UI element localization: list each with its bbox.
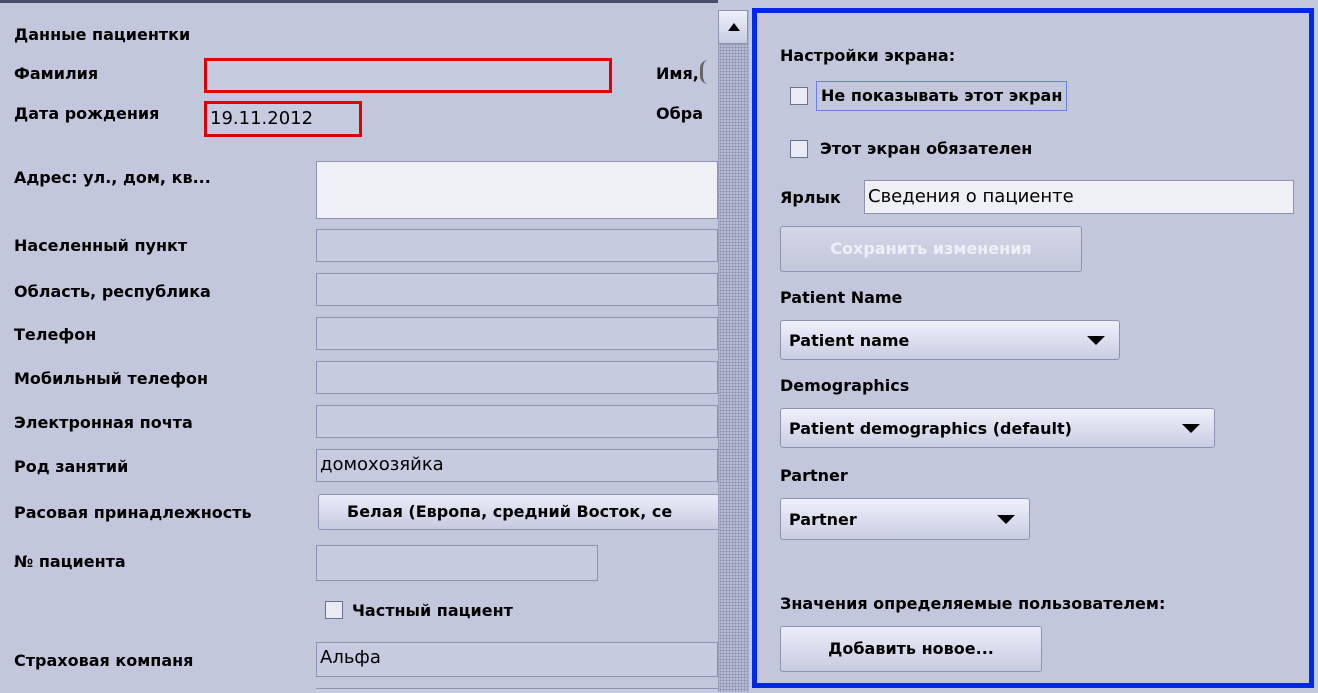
vertical-scrollbar[interactable] — [718, 10, 749, 692]
patient-name-select-value: Patient name — [789, 330, 910, 350]
patient-name-select[interactable]: Patient name — [780, 320, 1120, 360]
partner-select-value: Partner — [789, 509, 857, 529]
phone-label: Телефон — [14, 325, 97, 344]
hide-screen-label[interactable]: Не показывать этот экран — [816, 81, 1068, 111]
demographics-select[interactable]: Patient demographics (default) — [780, 408, 1215, 448]
dob-label: Дата рождения — [14, 104, 160, 123]
email-label: Электронная почта — [14, 413, 193, 432]
settings-title: Настройки экрана: — [780, 46, 956, 65]
scroll-up-button[interactable] — [718, 10, 748, 44]
phone-input[interactable] — [316, 317, 718, 350]
mobile-input[interactable] — [316, 361, 718, 394]
city-label: Населенный пункт — [14, 236, 188, 255]
next-field-edge — [316, 688, 718, 693]
hide-screen-checkbox[interactable] — [790, 87, 808, 105]
partner-label: Partner — [780, 466, 848, 485]
save-changes-button[interactable]: Сохранить изменения — [780, 226, 1082, 272]
chevron-down-icon — [997, 514, 1015, 524]
section-title: Данные пациентки — [14, 25, 191, 44]
arrow-up-icon — [728, 23, 740, 31]
demographics-select-value: Patient demographics (default) — [789, 418, 1072, 438]
chevron-down-icon — [1182, 423, 1200, 433]
dob-input[interactable]: 19.11.2012 — [204, 101, 362, 137]
private-patient-label: Частный пациент — [352, 601, 513, 620]
add-new-button[interactable]: Добавить новое... — [780, 626, 1042, 672]
occupation-input[interactable]: домохозяйка — [316, 449, 718, 482]
region-label: Область, республика — [14, 282, 211, 301]
address-label: Адрес: ул., дом, кв... — [14, 168, 211, 187]
name-input-edge[interactable] — [700, 60, 711, 84]
surname-input[interactable] — [204, 58, 612, 93]
education-label: Обра — [656, 104, 704, 123]
mobile-label: Мобильный телефон — [14, 369, 209, 388]
chevron-down-icon — [1087, 335, 1105, 345]
occupation-label: Род занятий — [14, 457, 129, 476]
region-input[interactable] — [316, 273, 718, 306]
name-label: Имя, — [656, 64, 699, 83]
race-select[interactable]: Белая (Европа, средний Восток, се — [318, 494, 720, 530]
window-top-border — [0, 0, 718, 3]
user-values-label: Значения определяемые пользователем: — [780, 594, 1166, 613]
patient-no-label: № пациента — [14, 552, 126, 571]
required-screen-label: Этот экран обязателен — [820, 139, 1033, 158]
insurance-input[interactable]: Альфа — [316, 642, 718, 677]
address-input[interactable] — [316, 161, 718, 219]
patient-name-label: Patient Name — [780, 288, 903, 307]
shortcut-label: Ярлык — [780, 188, 841, 207]
patient-no-input[interactable] — [316, 545, 598, 581]
demographics-label: Demographics — [780, 376, 910, 395]
race-label: Расовая принадлежность — [14, 503, 252, 522]
surname-label: Фамилия — [14, 64, 99, 83]
insurance-label: Страховая компаня — [14, 651, 194, 670]
city-input[interactable] — [316, 229, 718, 262]
email-input[interactable] — [316, 405, 718, 438]
shortcut-input[interactable]: Сведения о пациенте — [864, 180, 1294, 214]
private-patient-checkbox[interactable] — [325, 601, 343, 619]
required-screen-checkbox[interactable] — [790, 140, 808, 158]
partner-select[interactable]: Partner — [780, 498, 1030, 540]
